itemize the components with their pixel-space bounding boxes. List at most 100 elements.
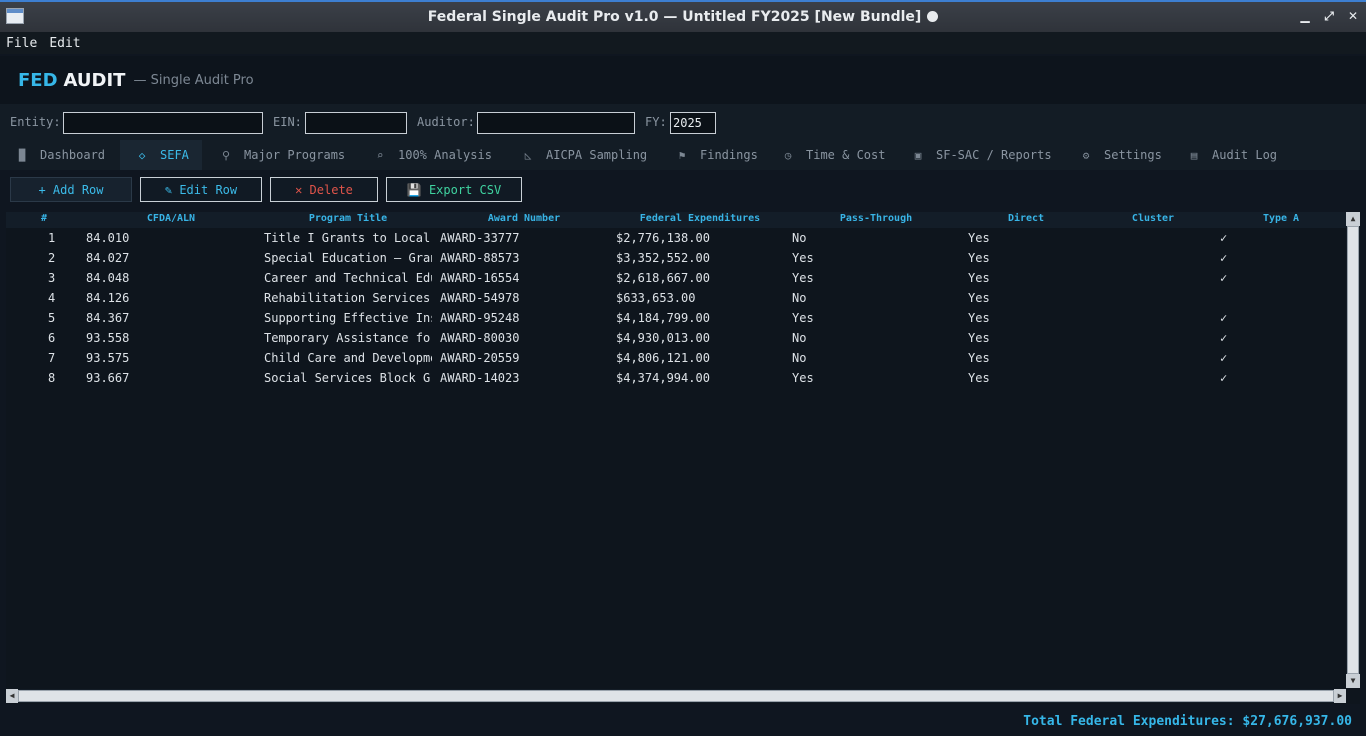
cell-pass-through: Yes [792, 251, 814, 265]
col-header-cluster[interactable]: Cluster [1116, 213, 1190, 224]
cell-program-title: Special Education — Gran [264, 251, 432, 265]
table-row[interactable]: 3 84.048 Career and Technical Edu AWARD-165… [6, 268, 1346, 288]
col-header-federal-expenditures[interactable]: Federal Expenditures [620, 213, 780, 224]
ein-label: EIN: [273, 115, 302, 129]
horizontal-scroll-thumb[interactable] [18, 690, 1334, 702]
entity-input[interactable] [63, 112, 263, 134]
cell-program-title: Supporting Effective Ins [264, 311, 432, 325]
auditor-input[interactable] [477, 112, 635, 134]
horizontal-scrollbar[interactable]: ◀ ▶ [6, 689, 1346, 703]
tab-sefa[interactable]: ◇ SEFA [120, 140, 202, 170]
cell-program-title: Temporary Assistance for [264, 331, 432, 345]
cell-program-title: Rehabilitation Services [264, 291, 431, 305]
cell-number: 5 [48, 311, 56, 325]
col-header-number[interactable]: # [30, 213, 58, 224]
fy-label: FY: [645, 115, 667, 129]
ein-input[interactable] [305, 112, 407, 134]
cell-direct: Yes [968, 371, 990, 385]
cell-program-title: Title I Grants to Local [264, 231, 431, 245]
brand-secondary: AUDIT [63, 69, 126, 91]
menu-file[interactable]: File [6, 36, 37, 51]
tab-sf-sac-reports[interactable]: ▣ SF-SAC / Reports [896, 140, 1064, 170]
cell-cfda: 84.048 [86, 271, 130, 285]
status-footer: Total Federal Expenditures: $27,676,937.… [0, 706, 1366, 736]
vertical-scrollbar[interactable]: ▲ ▼ [1346, 212, 1360, 688]
brand-subtitle: — Single Audit Pro [133, 72, 254, 88]
cell-direct: Yes [968, 251, 990, 265]
cell-award-number: AWARD-54978 [440, 291, 520, 305]
cell-federal-expenditures: $4,374,994.00 [616, 371, 710, 385]
menu-bar: File Edit [0, 32, 1366, 54]
cell-award-number: AWARD-88573 [440, 251, 520, 265]
vertical-scroll-thumb[interactable] [1347, 226, 1359, 674]
close-icon[interactable]: ✕ [1346, 8, 1360, 24]
col-header-award-number[interactable]: Award Number [474, 213, 574, 224]
cell-federal-expenditures: $4,806,121.00 [616, 351, 710, 365]
tab-major-programs[interactable]: ⚲ Major Programs [204, 140, 356, 170]
cell-award-number: AWARD-16554 [440, 271, 520, 285]
tab-settings-label: Settings [1104, 148, 1162, 162]
col-header-pass-through[interactable]: Pass-Through [826, 213, 926, 224]
cell-program-title: Career and Technical Edu [264, 271, 432, 285]
table-row[interactable]: 2 84.027 Special Education — Gran AWARD-885… [6, 248, 1346, 268]
cell-federal-expenditures: $2,618,667.00 [616, 271, 710, 285]
maximize-icon[interactable]: ⤢ [1322, 8, 1336, 24]
export-csv-button[interactable]: 💾 Export CSV [386, 177, 522, 202]
cell-pass-through: No [792, 331, 807, 345]
gear-icon: ⚙ [1082, 148, 1090, 162]
cell-type-a: ✓ [1220, 311, 1228, 325]
tab-dashboard[interactable]: ▐▌ Dashboard [0, 140, 118, 170]
search-icon: ⚲ [221, 148, 231, 162]
cell-type-a: ✓ [1220, 231, 1228, 245]
col-header-cfda[interactable]: CFDA/ALN [126, 213, 216, 224]
table-row[interactable]: 6 93.558 Temporary Assistance for AWARD-800… [6, 328, 1346, 348]
fy-input[interactable] [670, 112, 716, 134]
window-controls: ▁ ⤢ ✕ [1298, 8, 1360, 24]
cell-cfda: 93.558 [86, 331, 130, 345]
tab-aicpa-sampling-label: AICPA Sampling [546, 148, 648, 162]
scroll-down-icon[interactable]: ▼ [1346, 674, 1360, 688]
table-row[interactable]: 5 84.367 Supporting Effective Ins AWARD-952… [6, 308, 1346, 328]
cell-number: 7 [48, 351, 56, 365]
tab-sefa-label: SEFA [160, 148, 189, 162]
tab-sf-sac-reports-label: SF-SAC / Reports [936, 148, 1052, 162]
scroll-left-icon[interactable]: ◀ [6, 689, 18, 703]
col-header-type-a[interactable]: Type A [1246, 213, 1316, 224]
entity-label: Entity: [10, 115, 61, 129]
cell-direct: Yes [968, 271, 990, 285]
tab-findings-label: Findings [700, 148, 758, 162]
cell-number: 4 [48, 291, 56, 305]
cell-type-a: ✓ [1220, 331, 1228, 345]
menu-edit[interactable]: Edit [49, 36, 80, 51]
table-row[interactable]: 1 84.010 Title I Grants to Local AWARD-3377… [6, 228, 1346, 248]
add-row-button[interactable]: + Add Row [10, 177, 132, 202]
table-row[interactable]: 4 84.126 Rehabilitation Services AWARD-5497… [6, 288, 1346, 308]
cell-federal-expenditures: $4,184,799.00 [616, 311, 710, 325]
cell-direct: Yes [968, 351, 990, 365]
minimize-icon[interactable]: ▁ [1298, 8, 1312, 24]
scroll-up-icon[interactable]: ▲ [1346, 212, 1360, 226]
table-row[interactable]: 8 93.667 Social Services Block Gr AWARD-140… [6, 368, 1346, 388]
cell-number: 6 [48, 331, 56, 345]
tab-100-analysis[interactable]: ⌕ 100% Analysis [358, 140, 504, 170]
tab-findings[interactable]: ⚑ Findings [660, 140, 766, 170]
cell-federal-expenditures: $4,930,013.00 [616, 331, 710, 345]
tab-time-cost[interactable]: ◷ Time & Cost [766, 140, 896, 170]
tab-audit-log[interactable]: ▤ Audit Log [1172, 140, 1290, 170]
table-row[interactable]: 7 93.575 Child Care and Developme AWARD-205… [6, 348, 1346, 368]
col-header-program-title[interactable]: Program Title [288, 213, 408, 224]
delete-button[interactable]: ✕ Delete [270, 177, 378, 202]
tab-aicpa-sampling[interactable]: ◺ AICPA Sampling [506, 140, 658, 170]
col-header-direct[interactable]: Direct [996, 213, 1056, 224]
edit-row-button[interactable]: ✎ Edit Row [140, 177, 262, 202]
cell-federal-expenditures: $3,352,552.00 [616, 251, 710, 265]
bar-chart-icon: ▐▌ [15, 148, 29, 162]
cell-direct: Yes [968, 291, 990, 305]
cell-award-number: AWARD-33777 [440, 231, 520, 245]
total-federal-expenditures: Total Federal Expenditures: $27,676,937.… [1023, 714, 1352, 729]
document-stack-icon: ▣ [914, 148, 922, 162]
scroll-right-icon[interactable]: ▶ [1334, 689, 1346, 703]
tab-settings[interactable]: ⚙ Settings [1064, 140, 1172, 170]
flag-icon: ⚑ [678, 148, 686, 162]
cell-award-number: AWARD-95248 [440, 311, 520, 325]
